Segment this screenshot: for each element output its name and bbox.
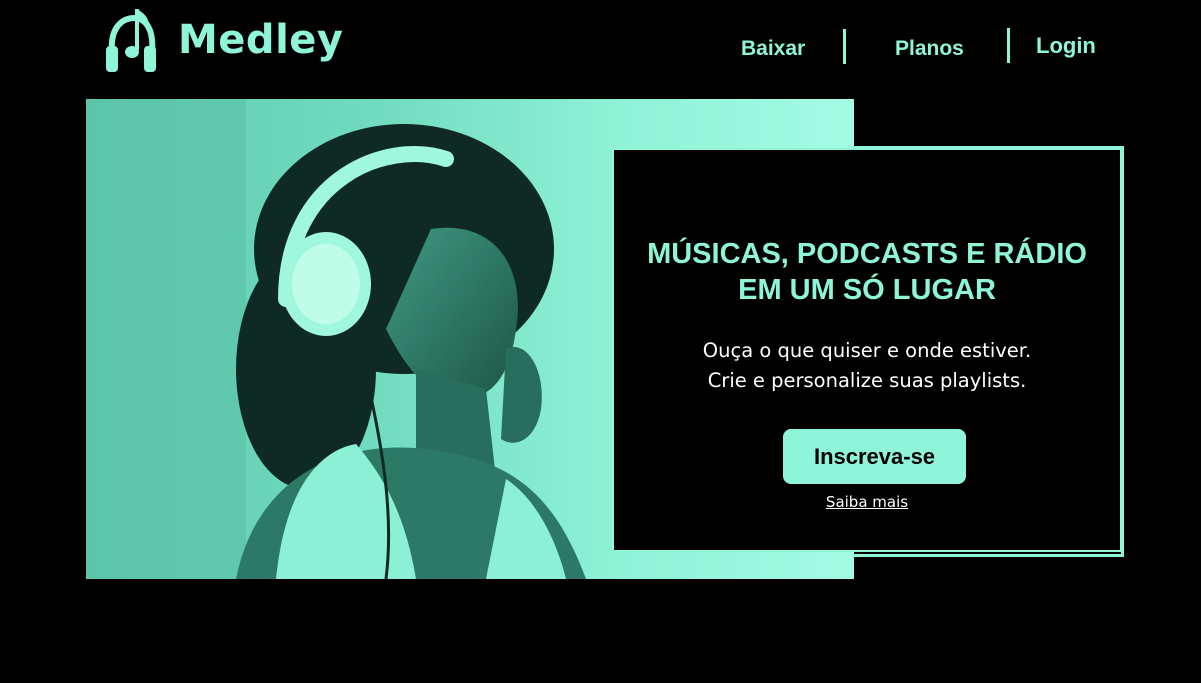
nav-link-planos[interactable]: Planos [895, 37, 964, 61]
promo-card: MÚSICAS, PODCASTS E RÁDIO EM UM SÓ LUGAR… [612, 148, 1122, 552]
subscribe-button[interactable]: Inscreva-se [783, 429, 966, 484]
brand[interactable]: Medley [104, 6, 343, 74]
learn-more-link[interactable]: Saiba mais [614, 493, 1120, 511]
nav-link-login[interactable]: Login [1036, 33, 1096, 59]
nav-link-baixar[interactable]: Baixar [741, 37, 805, 61]
promo-description: Ouça o que quiser e onde estiver. Crie e… [614, 336, 1120, 396]
landing-page: Medley Baixar Planos Login MÚSICAS, PODC… [0, 0, 1201, 683]
headphones-music-note-icon [106, 9, 156, 72]
nav-divider [1007, 28, 1010, 63]
promo-title-line-2: EM UM SÓ LUGAR [738, 274, 996, 306]
brand-name: Medley [178, 17, 344, 63]
promo-text-line-1: Ouça o que quiser e onde estiver. [702, 339, 1032, 362]
main-nav: Baixar Planos Login [700, 28, 1120, 68]
promo-text-line-2: Crie e personalize suas playlists. [707, 369, 1027, 392]
promo-title-line-1: MÚSICAS, PODCASTS E RÁDIO [647, 238, 1087, 270]
promo-title: MÚSICAS, PODCASTS E RÁDIO EM UM SÓ LUGAR [614, 236, 1120, 308]
nav-divider [843, 29, 846, 64]
